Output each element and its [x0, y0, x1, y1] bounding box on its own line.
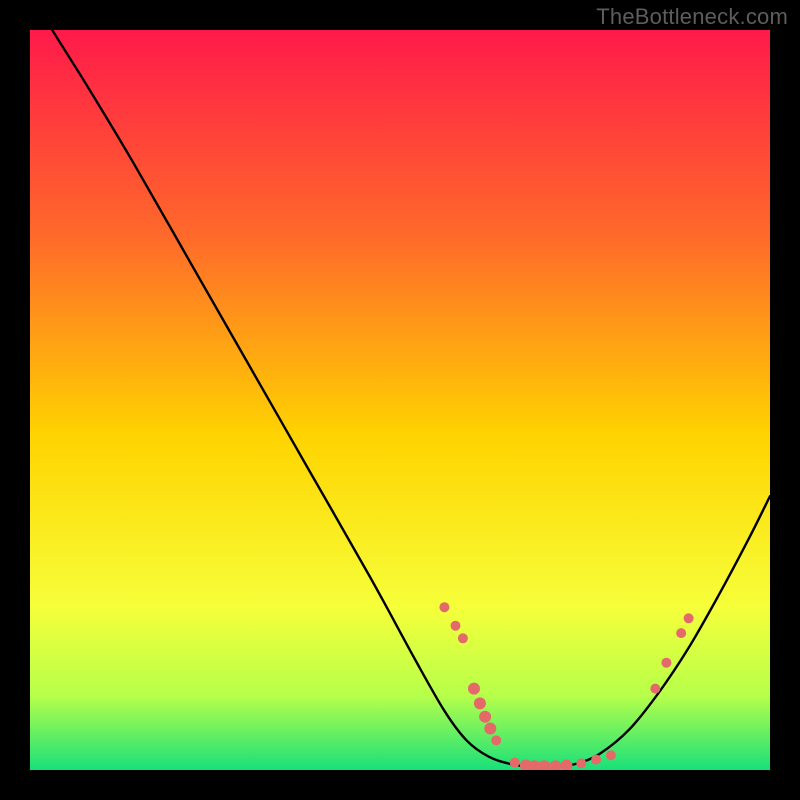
- data-marker: [479, 711, 491, 723]
- data-marker: [650, 684, 660, 694]
- data-marker: [458, 633, 468, 643]
- data-marker: [606, 750, 616, 760]
- bottleneck-chart: [30, 30, 770, 770]
- gradient-background: [30, 30, 770, 770]
- data-marker: [439, 602, 449, 612]
- data-marker: [576, 758, 586, 768]
- watermark-text: TheBottleneck.com: [596, 4, 788, 30]
- data-marker: [676, 628, 686, 638]
- data-marker: [591, 755, 601, 765]
- data-marker: [510, 758, 520, 768]
- data-marker: [661, 658, 671, 668]
- chart-frame: [30, 30, 770, 770]
- data-marker: [451, 621, 461, 631]
- data-marker: [684, 613, 694, 623]
- data-marker: [474, 697, 486, 709]
- data-marker: [468, 683, 480, 695]
- data-marker: [484, 723, 496, 735]
- data-marker: [491, 735, 501, 745]
